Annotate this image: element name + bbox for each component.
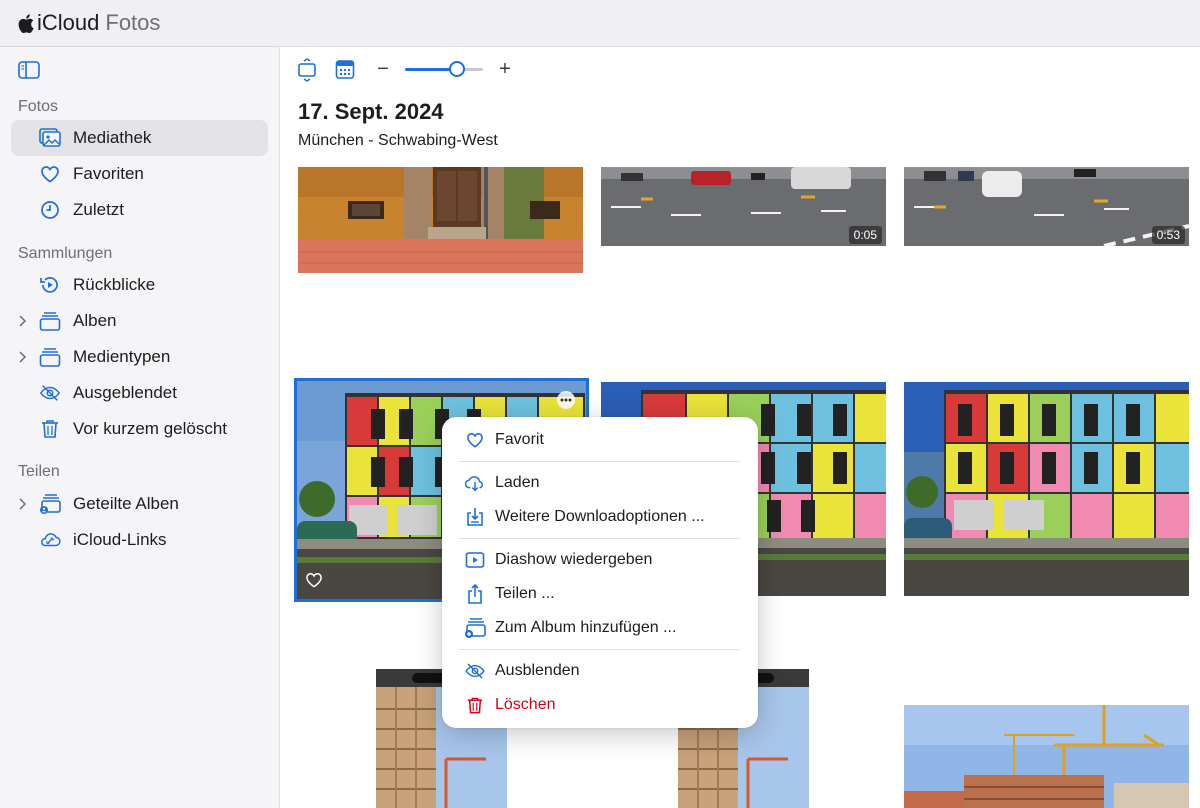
sidebar-section-teilen: Teilen bbox=[18, 463, 60, 480]
sidebar-item-label: Zuletzt bbox=[73, 200, 125, 219]
photo-image bbox=[904, 382, 1189, 596]
sidebar-item-label: Geteilte Alben bbox=[73, 494, 179, 513]
chevron-right-icon[interactable] bbox=[17, 315, 27, 327]
app-brand[interactable]: iCloud Fotos bbox=[18, 10, 160, 36]
video-duration: 0:53 bbox=[1151, 226, 1185, 244]
menu-item-label: Laden bbox=[495, 474, 540, 491]
menu-item-favorit[interactable]: Favorit bbox=[442, 424, 758, 456]
sidebar-section-sammlungen: Sammlungen bbox=[18, 245, 113, 262]
sidebar-item-medientypen[interactable]: Medientypen bbox=[11, 339, 268, 375]
photo-image bbox=[904, 705, 1189, 808]
favorite-heart-icon[interactable] bbox=[305, 572, 323, 588]
memories-icon bbox=[39, 274, 61, 296]
sidebar-item-label: Alben bbox=[73, 311, 117, 330]
download-options-icon bbox=[464, 506, 486, 528]
sidebar-item-mediathek[interactable]: Mediathek bbox=[11, 120, 268, 156]
sidebar-item-label: Mediathek bbox=[73, 128, 152, 147]
eye-slash-icon bbox=[464, 660, 486, 682]
cloud-link-icon bbox=[39, 529, 61, 551]
more-options-icon[interactable] bbox=[556, 390, 576, 410]
sidebar-item-favoriten[interactable]: Favoriten bbox=[11, 156, 268, 192]
menu-item-teilen[interactable]: Teilen ... bbox=[442, 578, 758, 610]
sidebar-item-label: iCloud-Links bbox=[73, 530, 167, 549]
zoom-out-button[interactable]: − bbox=[374, 58, 392, 81]
video-image bbox=[601, 167, 886, 246]
add-to-album-icon bbox=[464, 617, 486, 639]
video-duration: 0:05 bbox=[848, 226, 882, 244]
photo-thumbnail[interactable] bbox=[904, 705, 1189, 808]
menu-item-label: Weitere Downloadoptionen ... bbox=[495, 508, 705, 525]
context-menu: Favorit Laden Weitere Downloadoptionen .… bbox=[442, 417, 758, 728]
slideshow-icon bbox=[464, 549, 486, 571]
menu-item-label: Löschen bbox=[495, 696, 556, 713]
cloud-download-icon bbox=[464, 472, 486, 494]
chevron-right-icon[interactable] bbox=[17, 498, 27, 510]
app-subname: Fotos bbox=[105, 10, 161, 35]
zoom-slider[interactable] bbox=[405, 68, 483, 71]
share-icon bbox=[464, 583, 486, 605]
clock-icon bbox=[39, 199, 61, 221]
app-name: iCloud bbox=[37, 10, 100, 35]
sidebar-item-label: Vor kurzem gelöscht bbox=[73, 419, 228, 438]
menu-item-label: Zum Album hinzufügen ... bbox=[495, 619, 677, 636]
photo-image bbox=[298, 167, 583, 273]
sidebar-item-ausgeblendet[interactable]: Ausgeblendet bbox=[11, 375, 268, 411]
menu-separator bbox=[459, 649, 740, 650]
chevron-right-icon[interactable] bbox=[17, 351, 27, 363]
menu-item-label: Teilen ... bbox=[495, 585, 555, 602]
zoom-slider-knob[interactable] bbox=[449, 61, 466, 77]
menu-separator bbox=[459, 538, 740, 539]
library-icon bbox=[39, 127, 61, 149]
sidebar-item-label: Ausgeblendet bbox=[73, 383, 177, 402]
sidebar-item-geteilte-alben[interactable]: Geteilte Alben bbox=[11, 486, 268, 522]
albums-icon bbox=[39, 310, 61, 332]
trash-icon bbox=[464, 694, 486, 716]
photo-thumbnail[interactable] bbox=[904, 382, 1189, 596]
sidebar-item-label: Favoriten bbox=[73, 164, 144, 183]
video-thumbnail[interactable]: 0:53 bbox=[904, 167, 1189, 246]
eye-slash-icon bbox=[39, 382, 61, 404]
sidebar-item-geloescht[interactable]: Vor kurzem gelöscht bbox=[11, 411, 268, 447]
video-image bbox=[904, 167, 1189, 246]
menu-item-label: Favorit bbox=[495, 431, 544, 448]
apple-logo-icon bbox=[18, 13, 34, 33]
menu-item-diashow[interactable]: Diashow wiedergeben bbox=[442, 544, 758, 576]
trash-icon bbox=[39, 418, 61, 440]
sidebar-item-zuletzt[interactable]: Zuletzt bbox=[11, 192, 268, 228]
calendar-icon[interactable] bbox=[335, 58, 355, 80]
sidebar-section-fotos: Fotos bbox=[18, 98, 59, 115]
video-thumbnail[interactable]: 0:05 bbox=[601, 167, 886, 246]
sidebar-item-label: Medientypen bbox=[73, 347, 171, 366]
heart-icon bbox=[464, 429, 486, 451]
zoom-in-button[interactable]: + bbox=[496, 58, 514, 81]
aspect-toggle-icon[interactable] bbox=[297, 58, 317, 82]
sidebar-item-alben[interactable]: Alben bbox=[11, 303, 268, 339]
sidebar-item-icloud-links[interactable]: iCloud-Links bbox=[11, 522, 268, 558]
sidebar: Fotos Mediathek Favoriten Zuletzt Sammlu… bbox=[0, 47, 280, 808]
title-bar: iCloud Fotos bbox=[0, 0, 1200, 47]
date-heading: 17. Sept. 2024 bbox=[298, 99, 444, 124]
sidebar-toggle-icon[interactable] bbox=[18, 61, 40, 79]
heart-icon bbox=[39, 163, 61, 185]
menu-item-laden[interactable]: Laden bbox=[442, 467, 758, 499]
photo-thumbnail[interactable] bbox=[298, 167, 583, 273]
location-label[interactable]: München - Schwabing-West bbox=[298, 132, 498, 150]
menu-item-label: Diashow wiedergeben bbox=[495, 551, 653, 568]
menu-item-loeschen[interactable]: Löschen bbox=[442, 689, 758, 721]
menu-item-zum-album[interactable]: Zum Album hinzufügen ... bbox=[442, 612, 758, 644]
albums-icon bbox=[39, 346, 61, 368]
menu-item-downloadoptionen[interactable]: Weitere Downloadoptionen ... bbox=[442, 501, 758, 533]
sidebar-item-rueckblicke[interactable]: Rückblicke bbox=[11, 267, 268, 303]
menu-item-ausblenden[interactable]: Ausblenden bbox=[442, 655, 758, 687]
sidebar-item-label: Rückblicke bbox=[73, 275, 156, 294]
menu-separator bbox=[459, 461, 740, 462]
shared-albums-icon bbox=[39, 493, 61, 515]
menu-item-label: Ausblenden bbox=[495, 662, 580, 679]
